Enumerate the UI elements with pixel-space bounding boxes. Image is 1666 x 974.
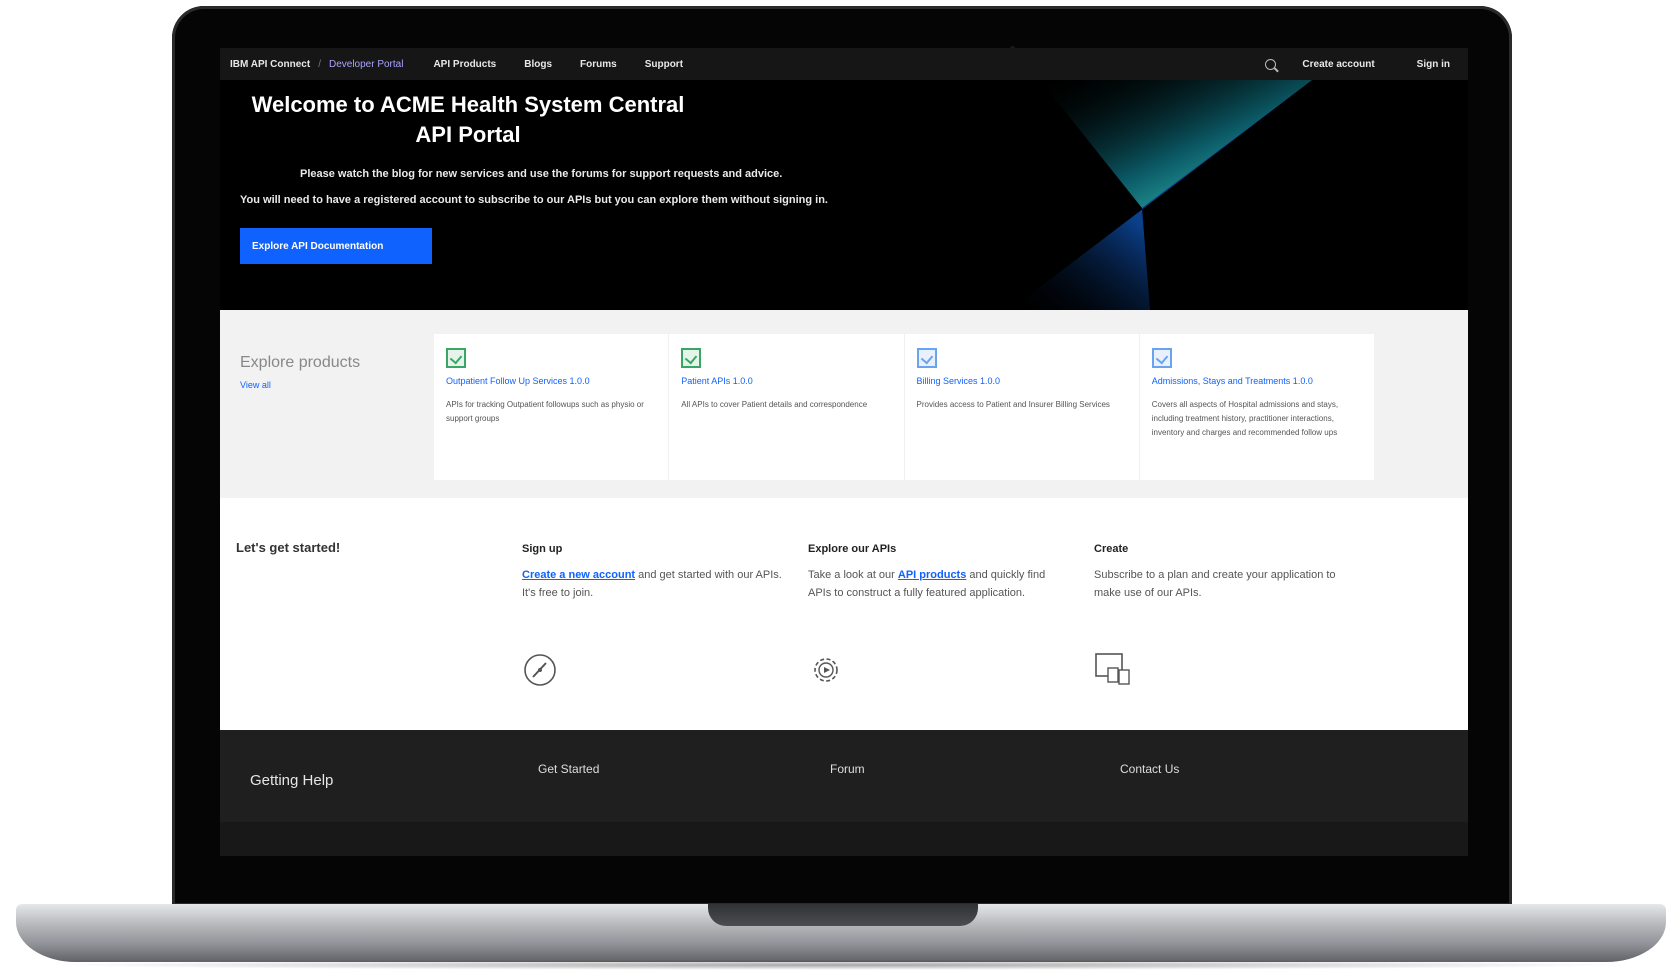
get-started-section: Let's get started! Sign up Create a new … xyxy=(220,498,1468,730)
bottom-strip xyxy=(220,822,1468,856)
nav-right: Create account Sign in xyxy=(1265,58,1468,70)
explore-products-section: Explore products View all Outpatient Fol… xyxy=(220,310,1468,498)
footer-link-contact-us[interactable]: Contact Us xyxy=(1120,762,1179,776)
product-name[interactable]: Admissions, Stays and Treatments 1.0.0 xyxy=(1152,376,1362,386)
application-icon xyxy=(1095,653,1130,685)
product-icon xyxy=(446,348,466,368)
product-name[interactable]: Outpatient Follow Up Services 1.0.0 xyxy=(446,376,656,386)
create-text: Subscribe to a plan and create your appl… xyxy=(1094,569,1336,599)
gear-icon xyxy=(814,658,838,682)
laptop-notch xyxy=(708,904,978,926)
footer-link-forum[interactable]: Forum xyxy=(830,762,865,776)
hero-text-blog: Please watch the blog for new services a… xyxy=(300,168,783,180)
product-description: Provides access to Patient and Insurer B… xyxy=(916,400,1110,409)
product-card[interactable]: Billing Services 1.0.0 Provides access t… xyxy=(905,334,1140,480)
view-all-link[interactable]: View all xyxy=(240,380,271,390)
hero-text-account: You will need to have a registered accou… xyxy=(240,194,828,206)
nav-link-api-products[interactable]: API Products xyxy=(433,59,496,70)
hero-title: Welcome to ACME Health System Central AP… xyxy=(238,90,698,150)
signup-column: Sign up Create a new account and get sta… xyxy=(522,540,782,602)
explore-products-title: Explore products xyxy=(240,354,361,371)
product-cards: Outpatient Follow Up Services 1.0.0 APIs… xyxy=(434,334,1374,480)
api-products-link[interactable]: API products xyxy=(898,569,966,581)
search-icon[interactable] xyxy=(1265,58,1277,70)
explore-pre: Take a look at our xyxy=(808,569,898,581)
signup-heading: Sign up xyxy=(522,543,563,555)
create-new-account-link[interactable]: Create a new account xyxy=(522,569,635,581)
portal-name[interactable]: Developer Portal xyxy=(329,59,403,70)
signup-text: Create a new account and get started wit… xyxy=(522,566,782,602)
product-card[interactable]: Outpatient Follow Up Services 1.0.0 APIs… xyxy=(434,334,670,480)
explore-api-docs-button[interactable]: Explore API Documentation xyxy=(240,228,432,264)
product-icon xyxy=(916,348,937,368)
nav-link-blogs[interactable]: Blogs xyxy=(524,59,552,70)
product-description: Covers all aspects of Hospital admission… xyxy=(1151,400,1339,437)
footer-title: Getting Help xyxy=(250,772,334,789)
create-heading: Create xyxy=(1094,543,1129,555)
explore-text: Take a look at our API products and quic… xyxy=(808,566,1068,602)
hero-title-line1: Welcome to ACME Health System Central xyxy=(251,92,685,117)
explore-heading: Explore our APIs xyxy=(808,543,897,555)
create-column: Create Subscribe to a plan and create yo… xyxy=(1094,540,1354,602)
sign-in-link[interactable]: Sign in xyxy=(1417,59,1450,70)
nav-link-forums[interactable]: Forums xyxy=(580,59,617,70)
product-name[interactable]: Billing Services 1.0.0 xyxy=(917,376,1127,386)
brand-name[interactable]: IBM API Connect xyxy=(230,59,310,70)
brand-separator: / xyxy=(318,58,321,70)
top-navigation: IBM API Connect / Developer Portal API P… xyxy=(220,48,1468,80)
hero-teal-shape xyxy=(1040,80,1312,208)
nav-link-support[interactable]: Support xyxy=(645,59,683,70)
product-name[interactable]: Patient APIs 1.0.0 xyxy=(681,376,891,386)
create-account-link[interactable]: Create account xyxy=(1302,59,1374,70)
product-icon xyxy=(681,348,702,368)
footer: Getting Help Get Started Forum Contact U… xyxy=(220,730,1468,822)
hero-title-line2: API Portal xyxy=(415,122,521,147)
get-started-title: Let's get started! xyxy=(236,540,341,555)
explore-column: Explore our APIs Take a look at our API … xyxy=(808,540,1068,602)
product-card[interactable]: Patient APIs 1.0.0 All APIs to cover Pat… xyxy=(669,334,905,480)
product-description: All APIs to cover Patient details and co… xyxy=(681,400,868,409)
portal-screen: IBM API Connect / Developer Portal API P… xyxy=(220,48,1468,856)
product-description: APIs for tracking Outpatient followups s… xyxy=(446,400,644,423)
hero-banner: Welcome to ACME Health System Central AP… xyxy=(220,80,1468,310)
product-card[interactable]: Admissions, Stays and Treatments 1.0.0 C… xyxy=(1140,334,1374,480)
compass-icon xyxy=(524,654,556,686)
product-icon xyxy=(1151,348,1172,368)
laptop-shadow xyxy=(40,960,1640,970)
footer-link-get-started[interactable]: Get Started xyxy=(538,762,599,776)
